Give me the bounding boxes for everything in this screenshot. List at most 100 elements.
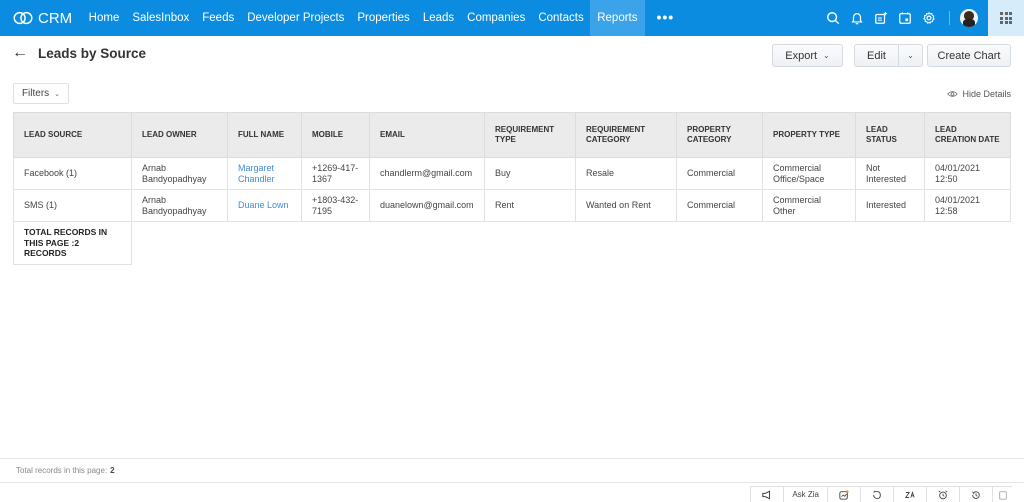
search-icon[interactable] [821,0,845,36]
gear-icon[interactable] [917,0,941,36]
grid-icon [1000,12,1012,24]
cell-lead-status: Interested [855,189,925,222]
cell-lead-status: Not Interested [855,157,925,190]
bell-icon[interactable] [845,0,869,36]
nav-leads[interactable]: Leads [416,0,460,36]
nav-feeds[interactable]: Feeds [196,0,241,36]
app-name: CRM [38,9,73,27]
table-total-row: TOTAL RECORDS IN THIS PAGE :2 RECORDS [13,221,1011,265]
filters-dropdown[interactable]: Filters ⌄ [13,83,69,104]
notes-button[interactable] [992,487,1012,502]
column-header-lead-owner[interactable]: LEAD OWNER [131,112,228,158]
megaphone-icon [762,489,771,500]
crm-logo-icon [13,11,33,25]
cell-email: chandlerm@gmail.com [369,157,485,190]
signals-icon [839,489,849,500]
nav-divider [949,11,950,25]
cell-mobile: +1803-432-7195 [301,189,370,222]
column-header-lead-source[interactable]: LEAD SOURCE [13,112,132,158]
export-label: Export [785,49,818,62]
cell-property-type: Commercial Office/Space [762,157,856,190]
table-row: Facebook (1) Arnab Bandyopadhyay Margare… [13,157,1011,190]
cell-lead-source: Facebook (1) [13,157,132,190]
announcement-button[interactable] [750,487,783,502]
table-header-row: LEAD SOURCE LEAD OWNER FULL NAME MOBILE … [13,112,1011,158]
recent-items-button[interactable] [959,487,992,502]
column-header-property-type[interactable]: PROPERTY TYPE [762,112,856,158]
hide-details-toggle[interactable]: Hide Details [947,89,1011,99]
column-header-requirement-category[interactable]: REQUIREMENT CATEGORY [575,112,677,158]
column-header-property-category[interactable]: PROPERTY CATEGORY [676,112,763,158]
cell-requirement-type: Buy [484,157,576,190]
calendar-icon[interactable] [893,0,917,36]
cell-property-type: Commercial Other [762,189,856,222]
total-row-spacer [132,222,1011,265]
edit-button[interactable]: Edit [855,45,899,66]
top-icon-group [821,0,986,36]
eye-icon [947,91,959,97]
total-records-cell: TOTAL RECORDS IN THIS PAGE :2 RECORDS [13,221,132,265]
page-title: Leads by Source [38,45,147,61]
cell-requirement-category: Resale [575,157,677,190]
table-row: SMS (1) Arnab Bandyopadhyay Duane Lown +… [13,189,1011,222]
footer-total-value: 2 [110,466,115,475]
edit-button-group: Edit ⌄ [854,44,923,67]
footer-bar: Total records in this page: 2 [0,458,1024,483]
column-header-lead-status[interactable]: LEAD STATUS [855,112,925,158]
cell-property-category: Commercial [676,189,763,222]
cell-full-name-link[interactable]: Margaret Chandler [227,157,302,190]
notes-icon [998,490,1007,500]
cell-lead-owner: Arnab Bandyopadhyay [131,189,228,222]
cell-property-category: Commercial [676,157,763,190]
cell-requirement-type: Rent [484,189,576,222]
apps-menu-button[interactable] [988,0,1024,36]
footer-total-label: Total records in this page: [16,466,108,475]
chevron-down-icon: ⌄ [823,51,830,60]
history-icon [972,490,980,499]
column-header-full-name[interactable]: FULL NAME [227,112,302,158]
report-table: LEAD SOURCE LEAD OWNER FULL NAME MOBILE … [13,112,1011,265]
filters-label: Filters [21,88,50,99]
cell-lead-creation-date: 04/01/2021 12:50 [924,157,1011,190]
user-avatar[interactable] [960,9,978,27]
zia-button[interactable] [893,487,926,502]
top-nav-bar: CRM Home SalesInbox Feeds Developer Proj… [0,0,1024,36]
column-header-mobile[interactable]: MOBILE [301,112,370,158]
cell-requirement-category: Wanted on Rent [575,189,677,222]
reminders-button[interactable] [926,487,959,502]
nav-home[interactable]: Home [82,0,126,36]
nav-reports[interactable]: Reports [590,0,645,36]
ask-zia-button[interactable]: Ask Zia [783,487,827,502]
crm-logo[interactable]: CRM [13,10,72,27]
nav-developer-projects[interactable]: Developer Projects [241,0,351,36]
cell-full-name-link[interactable]: Duane Lown [227,189,302,222]
back-arrow-icon[interactable]: ← [12,44,32,62]
zia-icon [905,490,915,498]
chevron-down-icon: ⌄ [907,51,914,60]
alarm-clock-icon [938,489,948,499]
column-header-email[interactable]: EMAIL [369,112,485,158]
column-header-lead-creation-date[interactable]: LEAD CREATION DATE [924,112,1011,158]
nav-properties[interactable]: Properties [351,0,416,36]
nav-companies[interactable]: Companies [461,0,532,36]
add-note-icon[interactable] [869,0,893,36]
cell-lead-source: SMS (1) [13,189,132,222]
hide-details-label: Hide Details [962,89,1011,99]
edit-dropdown-button[interactable]: ⌄ [899,45,922,66]
cell-mobile: +1269-417-1367 [301,157,370,190]
task-icon [873,490,881,499]
nav-more-button[interactable]: ••• [645,0,687,36]
export-button[interactable]: Export ⌄ [772,44,843,67]
cell-lead-owner: Arnab Bandyopadhyay [131,157,228,190]
nav-contacts[interactable]: Contacts [532,0,590,36]
page-header: ← Leads by Source [12,44,146,62]
tasks-button[interactable] [860,487,893,502]
cell-email: duanelown@gmail.com [369,189,485,222]
nav-salesinbox[interactable]: SalesInbox [126,0,196,36]
cell-lead-creation-date: 04/01/2021 12:58 [924,189,1011,222]
bottom-toolbar: Ask Zia [750,486,1012,502]
signals-button[interactable] [827,487,860,502]
create-chart-button[interactable]: Create Chart [927,44,1011,67]
chevron-down-icon: ⌄ [54,90,61,98]
column-header-requirement-type[interactable]: REQUIREMENT TYPE [484,112,576,158]
